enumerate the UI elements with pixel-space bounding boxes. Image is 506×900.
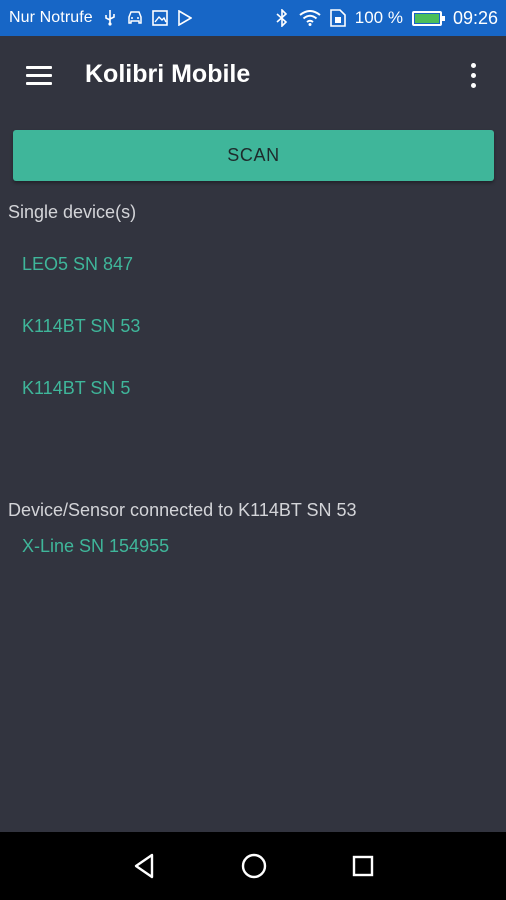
image-icon bbox=[151, 9, 168, 27]
wifi-icon bbox=[299, 9, 321, 27]
car-icon bbox=[127, 9, 143, 27]
sim-icon bbox=[329, 9, 346, 27]
bluetooth-icon bbox=[274, 9, 290, 27]
connected-devices-header: Device/Sensor connected to K114BT SN 53 bbox=[8, 500, 357, 520]
overflow-menu-icon[interactable] bbox=[462, 60, 486, 92]
overflow-dot bbox=[471, 73, 476, 78]
app-bar: Kolibri Mobile bbox=[0, 36, 506, 116]
device-item-leo5-847[interactable]: LEO5 SN 847 bbox=[22, 254, 133, 275]
usb-icon bbox=[102, 9, 118, 27]
status-right: 100 % 09:26 bbox=[274, 8, 498, 29]
overflow-dot bbox=[471, 83, 476, 88]
navigation-bar bbox=[0, 832, 506, 900]
menu-line bbox=[26, 66, 52, 69]
scan-button[interactable]: SCAN bbox=[13, 130, 494, 181]
menu-line bbox=[26, 74, 52, 77]
screen: Nur Notrufe 100 % 09:26 Kolibri Mobile S… bbox=[0, 0, 506, 900]
battery-percent: 100 % bbox=[354, 8, 403, 27]
clock: 09:26 bbox=[452, 7, 498, 28]
recents-icon[interactable] bbox=[346, 849, 380, 883]
home-icon[interactable] bbox=[237, 849, 271, 883]
back-icon[interactable] bbox=[127, 849, 161, 883]
play-store-icon bbox=[177, 9, 193, 27]
battery-fill bbox=[414, 13, 439, 23]
hamburger-menu-icon[interactable] bbox=[24, 64, 56, 88]
menu-line bbox=[26, 82, 52, 85]
status-bar: Nur Notrufe 100 % 09:26 bbox=[0, 0, 506, 36]
single-devices-header: Single device(s) bbox=[8, 202, 137, 222]
app-title: Kolibri Mobile bbox=[85, 60, 251, 88]
overflow-dot bbox=[471, 63, 476, 68]
status-left: Nur Notrufe bbox=[9, 9, 193, 27]
device-item-k114bt-53[interactable]: K114BT SN 53 bbox=[22, 316, 140, 337]
battery-charging-icon bbox=[411, 10, 445, 26]
device-item-k114bt-5[interactable]: K114BT SN 5 bbox=[22, 378, 130, 399]
connected-item-xline-154955[interactable]: X-Line SN 154955 bbox=[22, 536, 169, 557]
carrier-label: Nur Notrufe bbox=[9, 9, 93, 26]
